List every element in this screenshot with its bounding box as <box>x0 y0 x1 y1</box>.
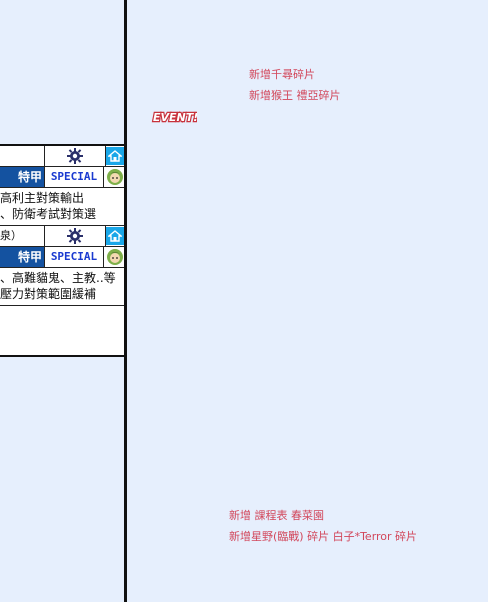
card-description: 高利主對策輸出 、防衛考試對策選 <box>0 188 124 226</box>
gear-icon[interactable] <box>44 226 106 246</box>
news-line: 新增星野(臨戰) 碎片 白子*Terror 碎片 <box>229 530 418 543</box>
card-header-row: 泉） <box>0 226 124 247</box>
student-card-list: 特甲 SPECIAL 高利主對策輸出 、防衛考試對策選 泉） 特甲 SPECIA… <box>0 144 124 357</box>
student-card: 泉） 特甲 SPECIAL 、高難貓鬼、主教..等 壓力對策範圍緩補 <box>0 226 124 306</box>
card-grade-row: 特甲 SPECIAL <box>0 247 124 268</box>
grade-badge: 特甲 <box>0 167 44 187</box>
left-panel: 特甲 SPECIAL 高利主對策輸出 、防衛考試對策選 泉） 特甲 SPECIA… <box>0 0 127 602</box>
special-label: SPECIAL <box>44 167 104 187</box>
news-line: 新增 課程表 春菜園 <box>229 509 324 522</box>
grade-badge: 特甲 <box>0 247 44 267</box>
special-label: SPECIAL <box>44 247 104 267</box>
character-avatar-icon <box>105 168 124 186</box>
description-line: 壓力對策範圍緩補 <box>0 287 97 301</box>
description-line: 、防衛考試對策選 <box>0 207 97 221</box>
card-grade-row: 特甲 SPECIAL <box>0 167 124 188</box>
character-avatar-icon <box>105 248 124 266</box>
home-icon[interactable] <box>106 227 124 245</box>
description-line: 高利主對策輸出 <box>0 191 85 205</box>
home-icon[interactable] <box>106 147 124 165</box>
news-line: 新增猴王 禮亞碎片 <box>249 89 341 102</box>
student-name: 泉） <box>0 229 22 242</box>
gear-icon[interactable] <box>44 146 106 166</box>
news-line: 新增千尋碎片 <box>249 68 315 81</box>
card-description: 、高難貓鬼、主教..等 壓力對策範圍緩補 <box>0 268 124 306</box>
student-card: 特甲 SPECIAL 高利主對策輸出 、防衛考試對策選 <box>0 146 124 226</box>
card-header-row <box>0 146 124 167</box>
event-badge-text: EVENT! <box>153 111 197 124</box>
student-name <box>0 146 44 166</box>
event-badge: EVENT! <box>151 109 200 125</box>
description-line: 、高難貓鬼、主教..等 <box>0 271 116 285</box>
